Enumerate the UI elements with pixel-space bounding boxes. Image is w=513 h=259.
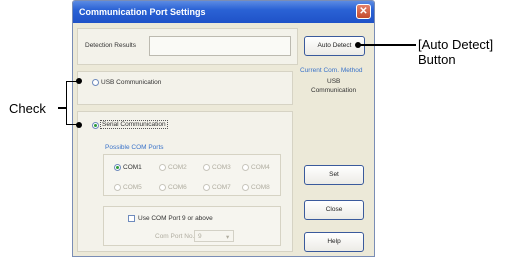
set-button[interactable]: Set: [304, 165, 364, 185]
check-bracket: [66, 81, 78, 125]
com7-label[interactable]: COM7: [212, 184, 231, 191]
dialog-titlebar: Communication Port Settings: [73, 1, 374, 23]
port-number-value: 9: [198, 233, 202, 240]
close-icon[interactable]: ✕: [356, 4, 371, 19]
current-method-line2: Communication: [311, 87, 357, 94]
current-method-heading: Current Com. Method: [300, 67, 363, 74]
com1-label[interactable]: COM1: [123, 164, 142, 171]
com8-label[interactable]: COM8: [251, 184, 270, 191]
auto-detect-callout-line: [360, 44, 416, 46]
com3-label[interactable]: COM3: [212, 164, 231, 171]
com6-radio[interactable]: [159, 184, 166, 191]
usb-radio-label[interactable]: USB Communication: [101, 79, 161, 86]
com6-label[interactable]: COM6: [168, 184, 187, 191]
com9-checkbox[interactable]: [128, 215, 135, 222]
com-ports-heading: Possible COM Ports: [105, 144, 164, 151]
help-button[interactable]: Help: [304, 232, 364, 252]
auto-detect-annotation-line2: Button: [418, 52, 456, 67]
port-settings-dialog: Communication Port Settings ✕ Detection …: [72, 0, 375, 257]
serial-radio[interactable]: [92, 122, 99, 129]
com3-radio[interactable]: [203, 164, 210, 171]
com5-label[interactable]: COM5: [123, 184, 142, 191]
check-bracket-top-dot: [76, 78, 82, 84]
usb-panel: [77, 71, 293, 105]
com9-group: [103, 206, 281, 246]
com1-radio[interactable]: [114, 164, 121, 171]
usb-radio[interactable]: [92, 79, 99, 86]
port-number-label: Com Port No.: [155, 233, 195, 240]
close-button[interactable]: Close: [304, 200, 364, 220]
com4-label[interactable]: COM4: [251, 164, 270, 171]
com2-radio[interactable]: [159, 164, 166, 171]
check-annotation: Check: [9, 101, 46, 116]
com2-label[interactable]: COM2: [168, 164, 187, 171]
port-number-select[interactable]: 9 ▾: [194, 230, 234, 242]
com5-radio[interactable]: [114, 184, 121, 191]
detection-results-field: [149, 36, 291, 56]
com9-checkbox-label[interactable]: Use COM Port 9 or above: [138, 215, 213, 222]
com4-radio[interactable]: [242, 164, 249, 171]
com7-radio[interactable]: [203, 184, 210, 191]
auto-detect-annotation-line1: [Auto Detect]: [418, 37, 494, 52]
serial-radio-label[interactable]: Serial Communication: [100, 120, 168, 129]
current-method-line1: USB: [327, 78, 341, 85]
chevron-down-icon: ▾: [226, 234, 230, 241]
detection-results-label: Detection Results: [85, 42, 136, 49]
check-bracket-bottom-dot: [76, 122, 82, 128]
auto-detect-annotation: [Auto Detect] Button: [418, 37, 493, 67]
com8-radio[interactable]: [242, 184, 249, 191]
dialog-title: Communication Port Settings: [79, 7, 206, 17]
